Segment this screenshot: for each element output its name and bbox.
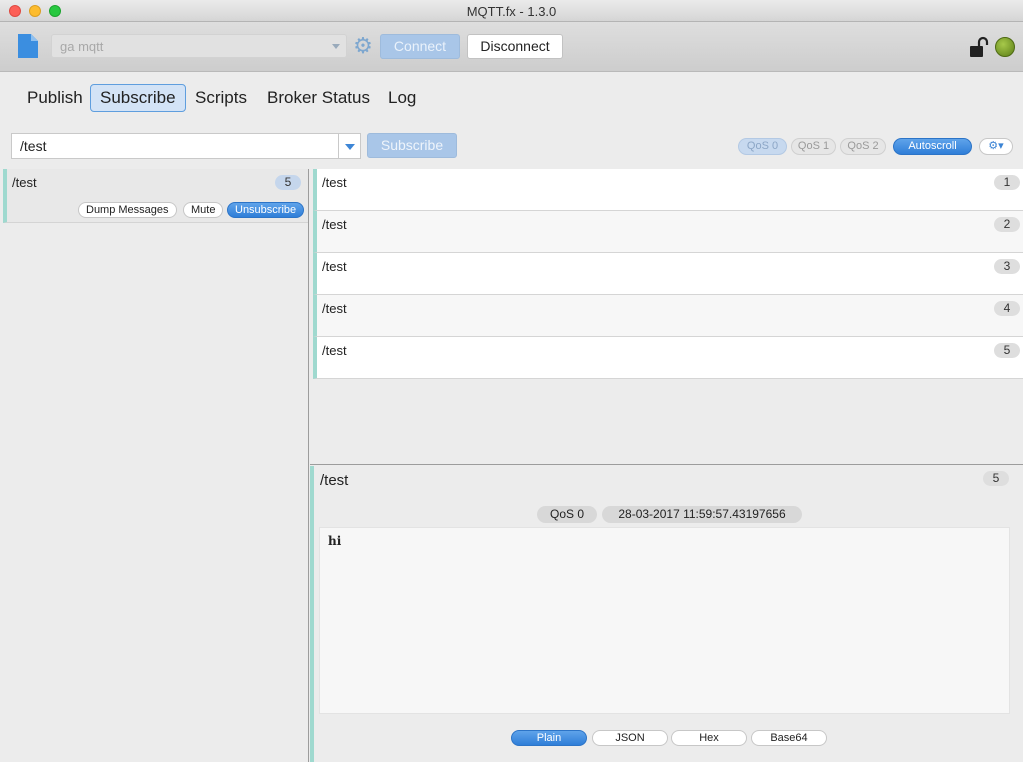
qos-1-toggle[interactable]: QoS 1 bbox=[791, 138, 836, 155]
connect-button[interactable]: Connect bbox=[380, 34, 460, 59]
tab-publish[interactable]: Publish bbox=[17, 84, 93, 112]
topic-history-dropdown[interactable] bbox=[338, 133, 361, 159]
message-row[interactable]: /test 2 bbox=[313, 211, 1023, 253]
tab-scripts[interactable]: Scripts bbox=[185, 84, 257, 112]
disconnect-button[interactable]: Disconnect bbox=[467, 34, 563, 59]
detail-topic: /test bbox=[320, 472, 349, 489]
window-title-bar: MQTT.fx - 1.3.0 bbox=[0, 0, 1023, 22]
subscriptions-panel: /test 5 Dump Messages Mute Unsubscribe bbox=[0, 169, 309, 762]
message-number: 4 bbox=[994, 301, 1020, 316]
mute-button[interactable]: Mute bbox=[183, 202, 224, 218]
connection-profile-value: ga mqtt bbox=[60, 39, 104, 54]
subscription-topic: /test bbox=[12, 175, 37, 190]
connection-toolbar: ga mqtt ⚙ Connect Disconnect bbox=[0, 22, 1023, 72]
message-number: 3 bbox=[994, 259, 1020, 274]
qos-2-toggle[interactable]: QoS 2 bbox=[840, 138, 886, 155]
message-number: 2 bbox=[994, 217, 1020, 232]
message-number: 5 bbox=[994, 343, 1020, 358]
subscribe-button[interactable]: Subscribe bbox=[367, 133, 457, 158]
qos-0-toggle[interactable]: QoS 0 bbox=[738, 138, 787, 155]
payload-viewer[interactable]: hi bbox=[319, 527, 1010, 714]
subscription-message-count: 5 bbox=[275, 175, 301, 190]
format-plain-button[interactable]: Plain bbox=[511, 730, 587, 746]
format-base64-button[interactable]: Base64 bbox=[751, 730, 827, 746]
connection-status-indicator bbox=[995, 37, 1015, 57]
detail-qos-badge: QoS 0 bbox=[537, 506, 597, 523]
unlocked-lock-icon bbox=[970, 36, 989, 57]
gears-icon: ⚙▾ bbox=[988, 140, 1004, 152]
window-title: MQTT.fx - 1.3.0 bbox=[466, 4, 557, 19]
format-json-button[interactable]: JSON bbox=[592, 730, 668, 746]
detail-timestamp: 28-03-2017 11:59:57.43197656 bbox=[602, 506, 802, 523]
autoscroll-toggle[interactable]: Autoscroll bbox=[893, 138, 972, 155]
tab-subscribe[interactable]: Subscribe bbox=[90, 84, 186, 112]
connection-profile-select[interactable]: ga mqtt bbox=[51, 34, 347, 58]
message-topic: /test bbox=[322, 259, 347, 274]
message-detail-panel: /test 5 QoS 0 28-03-2017 11:59:57.431976… bbox=[310, 466, 1023, 762]
message-row[interactable]: /test 1 bbox=[313, 169, 1023, 211]
options-menu-button[interactable]: ⚙▾ bbox=[979, 138, 1013, 155]
message-number: 1 bbox=[994, 175, 1020, 190]
message-row[interactable]: /test 4 bbox=[313, 295, 1023, 337]
dump-messages-button[interactable]: Dump Messages bbox=[78, 202, 177, 218]
message-topic: /test bbox=[322, 175, 347, 190]
main-tabs: Publish Subscribe Scripts Broker Status … bbox=[0, 73, 1023, 123]
message-topic: /test bbox=[322, 343, 347, 358]
message-row[interactable]: /test 5 bbox=[313, 337, 1023, 379]
tab-broker-status[interactable]: Broker Status bbox=[257, 84, 380, 112]
subscription-item[interactable]: /test 5 Dump Messages Mute Unsubscribe bbox=[3, 169, 308, 223]
message-topic: /test bbox=[322, 217, 347, 232]
message-topic: /test bbox=[322, 301, 347, 316]
received-messages-list: /test 1 /test 2 /test 3 /test 4 /test 5 bbox=[310, 169, 1023, 465]
edit-connection-profile-icon[interactable] bbox=[17, 33, 39, 59]
detail-message-number: 5 bbox=[983, 471, 1009, 486]
subscribe-topic-input[interactable]: /test bbox=[11, 133, 339, 159]
chevron-down-icon bbox=[332, 44, 340, 49]
gear-icon[interactable]: ⚙ bbox=[352, 35, 374, 57]
format-hex-button[interactable]: Hex bbox=[671, 730, 747, 746]
message-row[interactable]: /test 3 bbox=[313, 253, 1023, 295]
unsubscribe-button[interactable]: Unsubscribe bbox=[227, 202, 305, 218]
tab-log[interactable]: Log bbox=[378, 84, 426, 112]
